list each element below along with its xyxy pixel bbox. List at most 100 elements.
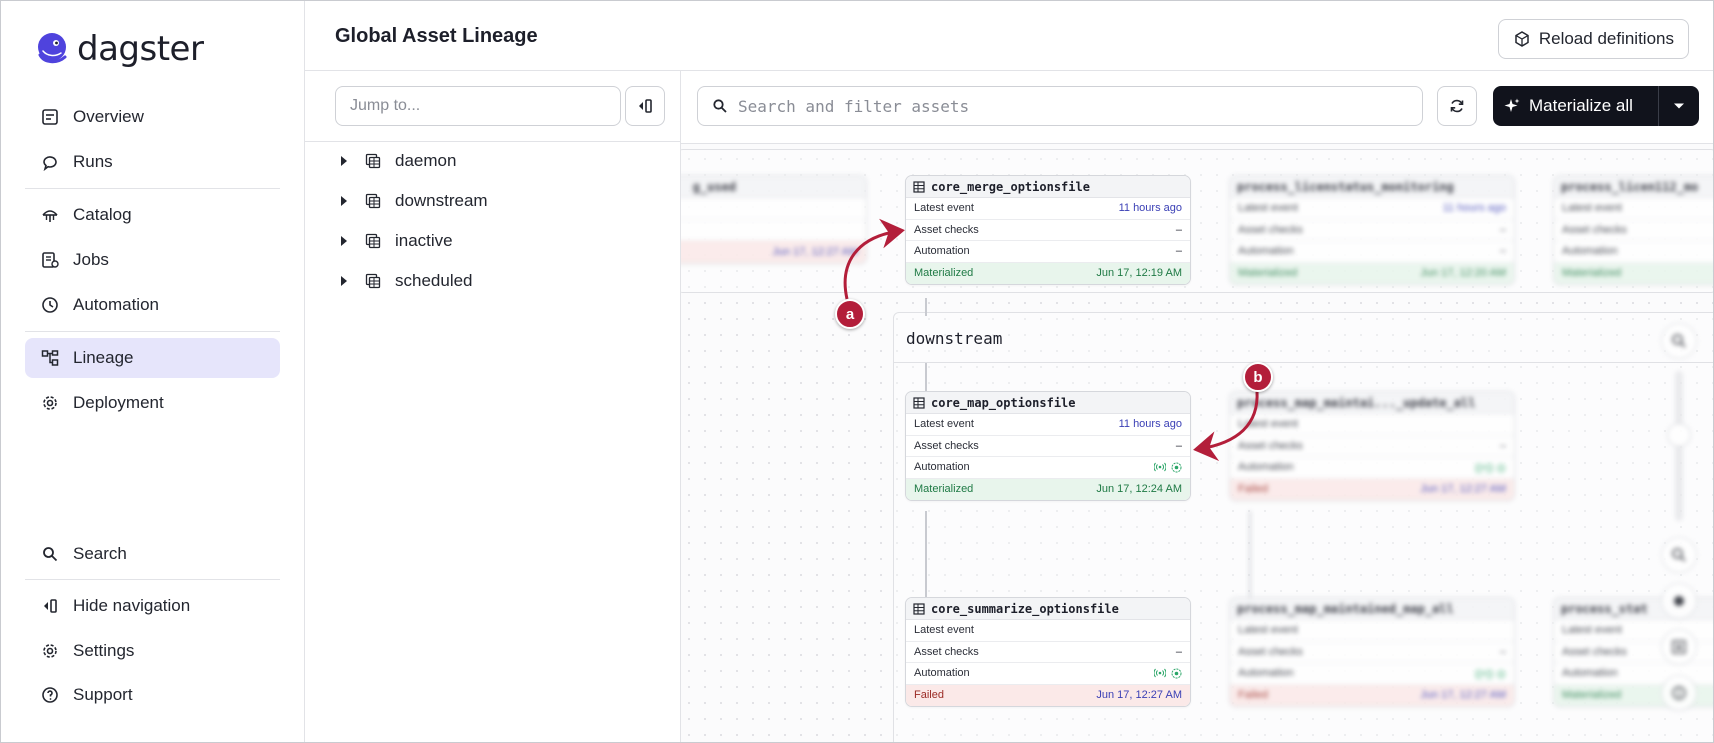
zoom-slider-handle[interactable] <box>1667 423 1691 447</box>
search-assets-input[interactable]: Search and filter assets <box>697 86 1423 126</box>
status-badge: Materialized <box>1562 689 1622 702</box>
fit-view-button[interactable] <box>1661 583 1697 619</box>
app-window: dagster Overview Runs Catalog Jobs Autom… <box>0 0 1714 743</box>
tree-item-daemon[interactable]: daemon <box>341 146 456 176</box>
sidebar-item-deployment[interactable]: Deployment <box>25 383 280 423</box>
asset-card-core-map-optionsfile[interactable]: core_map_optionsfile Latest event 11 hour… <box>905 391 1191 501</box>
status-badge: Materialized <box>914 267 974 280</box>
search-assets-placeholder: Search and filter assets <box>738 96 970 116</box>
asset-checks-value: – <box>1175 223 1182 236</box>
asset-card[interactable]: process_licenstatus_monitoring Latest ev… <box>1229 175 1515 285</box>
sidebar-item-search[interactable]: Search <box>25 534 280 574</box>
sensor-icon[interactable] <box>1154 668 1166 678</box>
materialize-options-dropdown[interactable] <box>1659 102 1699 110</box>
zoom-in-button[interactable] <box>1661 323 1697 359</box>
row-label: Latest event <box>1562 202 1622 215</box>
reload-icon <box>1515 31 1529 47</box>
hide-nav-icon <box>44 599 57 613</box>
caret-right-icon[interactable] <box>341 156 347 166</box>
tree-item-scheduled[interactable]: scheduled <box>341 266 473 296</box>
row-label: Latest event <box>1562 624 1622 637</box>
jump-to-input[interactable] <box>335 86 621 126</box>
sidebar-item-automation[interactable]: Automation <box>25 285 280 325</box>
asset-card[interactable]: process_map_maintai..._update_all Latest… <box>1229 391 1515 501</box>
asset-card-header[interactable]: core_summarize_optionsfile <box>906 598 1190 620</box>
search-icon <box>713 99 727 113</box>
status-time: Jun 17, 12:27 AM <box>772 245 858 258</box>
sidebar-item-label: Jobs <box>73 250 109 269</box>
asset-card-core-merge-optionsfile[interactable]: core_merge_optionsfile Latest event 11 ho… <box>905 175 1191 285</box>
zoom-out-button[interactable] <box>1661 537 1697 573</box>
lineage-icon <box>41 350 59 366</box>
refresh-button[interactable] <box>1437 86 1477 126</box>
sidebar-item-runs[interactable]: Runs <box>25 142 280 182</box>
row-label: Latest event <box>1238 624 1298 637</box>
tree-item-label: inactive <box>395 231 453 250</box>
latest-event-value[interactable]: 11 hours ago <box>1119 418 1182 430</box>
status-badge: Failed <box>1238 483 1268 496</box>
materialize-all-button[interactable]: Materialize all <box>1493 86 1699 126</box>
sensor-icon[interactable] <box>1154 462 1166 472</box>
sidebar-item-jobs[interactable]: Jobs <box>25 240 280 280</box>
asset-card-header[interactable]: core_merge_optionsfile <box>906 176 1190 198</box>
callout-a: a <box>835 299 865 329</box>
automation-condition-icon[interactable] <box>1171 462 1182 473</box>
caret-right-icon[interactable] <box>341 276 347 286</box>
status-badge: Materialized <box>1562 267 1622 280</box>
asset-graph-canvas[interactable]: Search and filter assets Materialize all… <box>681 71 1713 742</box>
latest-event-value[interactable]: 11 hours ago <box>1119 202 1182 214</box>
row-label: Latest event <box>914 202 974 215</box>
sidebar-item-label: Automation <box>73 295 159 314</box>
automation-condition-icon[interactable] <box>1171 668 1182 679</box>
asset-group-icon <box>365 193 381 209</box>
collapse-sidebar-button[interactable] <box>625 86 665 126</box>
asset-checks-value: – <box>1175 439 1182 452</box>
asset-group-tree: daemon downstream inactive scheduled <box>305 71 681 742</box>
sidebar-item-settings[interactable]: Settings <box>25 631 280 671</box>
status-time[interactable]: Jun 17, 12:27 AM <box>1096 689 1182 701</box>
row-label: Asset checks <box>914 439 979 452</box>
page-title: Global Asset Lineage <box>335 25 538 47</box>
caret-right-icon[interactable] <box>341 236 347 246</box>
asset-group-icon <box>365 233 381 249</box>
asset-checks-value: – <box>1175 645 1182 658</box>
sidebar-item-label: Deployment <box>73 393 164 412</box>
refresh-icon <box>1450 99 1464 113</box>
clock-icon <box>42 297 58 313</box>
logo[interactable]: dagster <box>35 29 204 69</box>
gear-icon <box>43 396 57 410</box>
download-button[interactable] <box>1661 629 1697 665</box>
sidebar-item-support[interactable]: Support <box>25 675 280 715</box>
materialize-all-label: Materialize all <box>1529 96 1633 115</box>
latest-event-value: 11 hours ago <box>1442 202 1506 215</box>
asset-card[interactable]: process_map_maintained_map_all Latest ev… <box>1229 597 1515 707</box>
status-time[interactable]: Jun 17, 12:24 AM <box>1096 483 1182 495</box>
status-badge: Failed <box>914 689 944 702</box>
asset-card[interactable]: g_used Jun 17, 12:27 AM <box>681 175 867 264</box>
sidebar-item-label: Support <box>73 685 133 704</box>
tree-item-inactive[interactable]: inactive <box>341 226 453 256</box>
sidebar-item-lineage[interactable]: Lineage <box>25 338 280 378</box>
asset-card[interactable]: process_licen112_mo Latest event Asset c… <box>1553 175 1713 285</box>
row-label: Latest event <box>914 624 974 637</box>
asset-name: g_used <box>692 179 736 194</box>
status-time[interactable]: Jun 17, 12:19 AM <box>1096 267 1182 279</box>
automation-value: – <box>1175 245 1182 258</box>
row-label: Automation <box>1238 667 1294 680</box>
row-label: Asset checks <box>1238 645 1303 658</box>
table-icon <box>913 396 925 409</box>
reload-definitions-button[interactable]: Reload definitions <box>1497 19 1689 59</box>
sidebar-item-overview[interactable]: Overview <box>25 97 280 137</box>
caret-right-icon[interactable] <box>341 196 347 206</box>
asset-card-core-summarize-optionsfile[interactable]: core_summarize_optionsfile Latest event … <box>905 597 1191 707</box>
info-button[interactable] <box>1661 675 1697 711</box>
table-icon <box>913 180 925 193</box>
asset-card-header[interactable]: core_map_optionsfile <box>906 392 1190 414</box>
gear-icon <box>43 644 57 658</box>
sidebar-item-hide-navigation[interactable]: Hide navigation <box>25 586 280 626</box>
tree-item-downstream[interactable]: downstream <box>341 186 488 216</box>
sidebar-item-catalog[interactable]: Catalog <box>25 195 280 235</box>
row-label: Asset checks <box>914 645 979 658</box>
sidebar-item-label: Overview <box>73 107 144 126</box>
materialize-all-main[interactable]: Materialize all <box>1493 86 1659 126</box>
